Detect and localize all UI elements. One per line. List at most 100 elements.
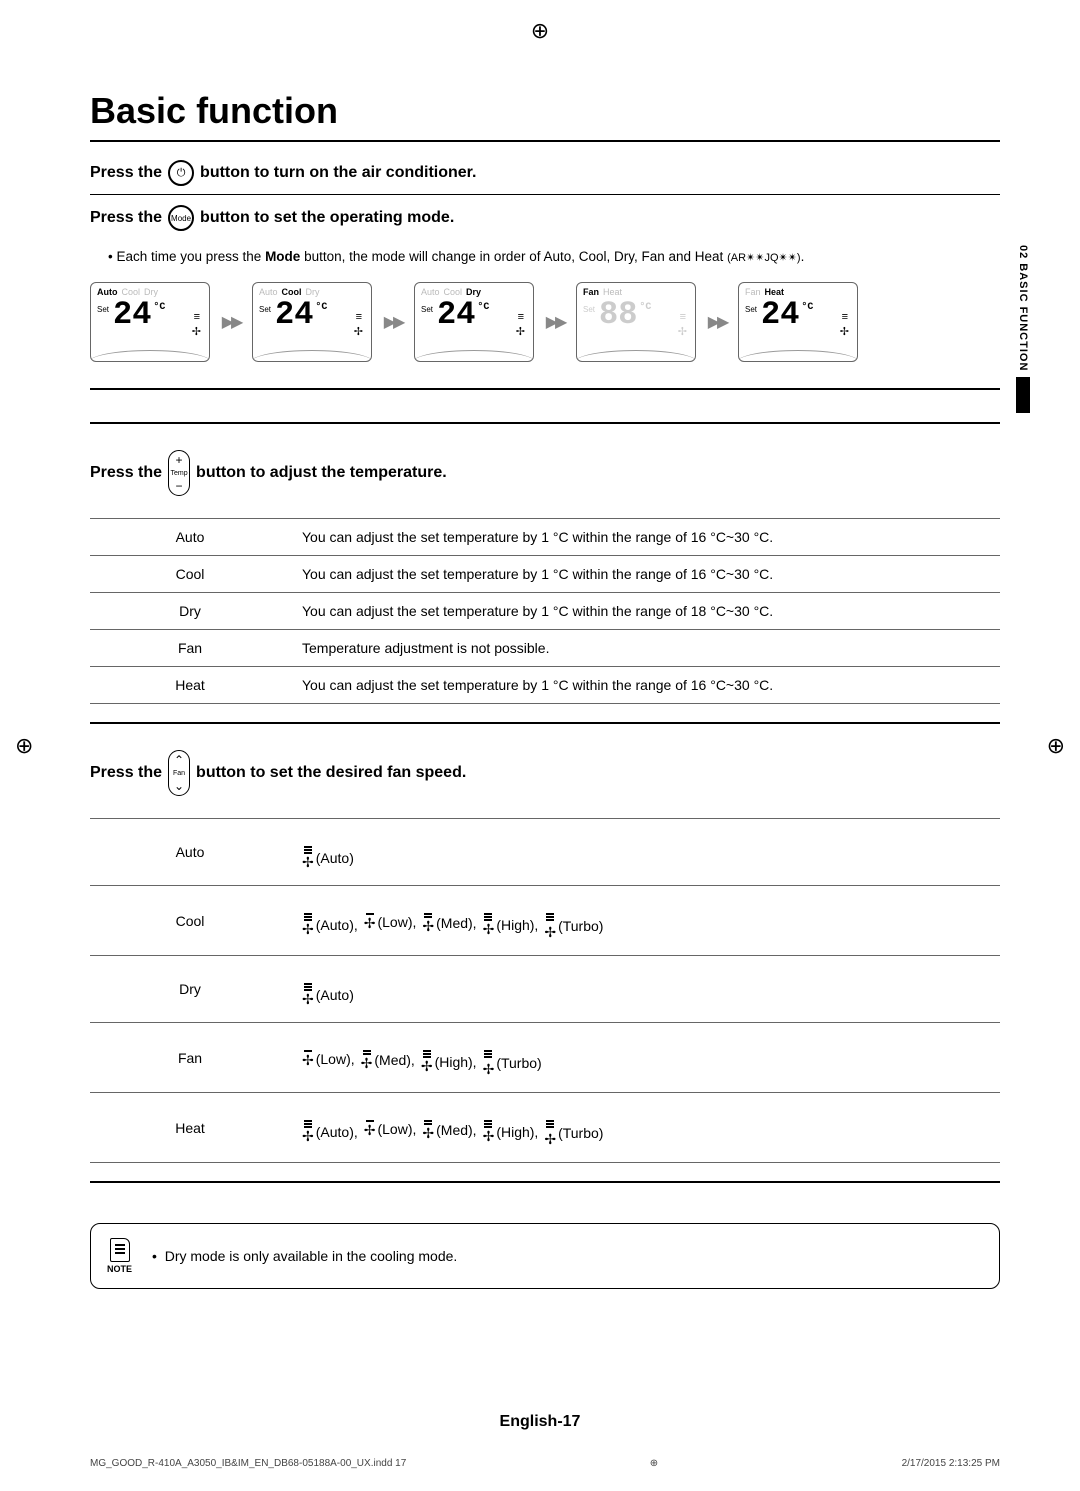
desc-cell: You can adjust the set temperature by 1 … bbox=[290, 593, 1000, 630]
arrow-next-icon: ▶▶ bbox=[542, 312, 568, 332]
mode-screen: FanHeatSet88°C≡✢ bbox=[576, 282, 696, 362]
desc-cell: You can adjust the set temperature by 1 … bbox=[290, 519, 1000, 556]
mode-screens-row: AutoCoolDrySet24°C≡✢ ▶▶ AutoCoolDrySet24°C… bbox=[90, 278, 1000, 390]
fan-speed-item: ✢ (High), bbox=[421, 1050, 477, 1073]
crop-mark-right: ⊕ bbox=[1047, 733, 1065, 759]
fan-speed-item: ✢ (Auto), bbox=[302, 1120, 358, 1143]
mode-cell: Heat bbox=[90, 667, 290, 704]
mode-screen: AutoCoolDrySet24°C≡✢ bbox=[414, 282, 534, 362]
temp-pre: Press the bbox=[90, 464, 162, 482]
mode-bullet-model: (AR✴✴JQ✴✴) bbox=[727, 252, 801, 264]
temp-post: button to adjust the temperature. bbox=[196, 464, 447, 482]
power-pre: Press the bbox=[90, 164, 162, 182]
set-label: Set bbox=[97, 305, 109, 314]
mode-cell: Fan bbox=[90, 630, 290, 667]
fan-speed-label: (Auto) bbox=[316, 987, 354, 1003]
fan-speed-icon: ✢ bbox=[302, 1120, 314, 1143]
mode-cell: Auto bbox=[90, 819, 290, 886]
arrow-next-icon: ▶▶ bbox=[380, 312, 406, 332]
print-metadata: MG_GOOD_R-410A_A3050_IB&IM_EN_DB68-05188… bbox=[90, 1458, 1000, 1469]
minus-icon: − bbox=[176, 480, 183, 492]
note-text-content: Dry mode is only available in the coolin… bbox=[165, 1248, 458, 1264]
print-file: MG_GOOD_R-410A_A3050_IB&IM_EN_DB68-05188… bbox=[90, 1458, 406, 1469]
note-text: • Dry mode is only available in the cool… bbox=[152, 1248, 457, 1264]
fan-speed-label: (High), bbox=[496, 917, 538, 933]
set-label: Set bbox=[745, 305, 757, 314]
fan-indicator-icon: ≡✢ bbox=[354, 311, 363, 338]
fan-speed-icon: ✢ bbox=[422, 1120, 434, 1140]
power-post: button to turn on the air conditioner. bbox=[200, 164, 476, 182]
fan-speed-item: ✢ (Auto) bbox=[302, 846, 354, 869]
set-label: Set bbox=[259, 305, 271, 314]
side-tab-marker bbox=[1016, 377, 1030, 413]
power-instruction: Press the ⏻ button to turn on the air co… bbox=[90, 150, 1000, 195]
table-row: Cool✢ (Auto),✢ (Low),✢ (Med),✢ (High),✢ … bbox=[90, 886, 1000, 956]
mode-bullet-bold: Mode bbox=[265, 249, 300, 264]
mode-cell: Auto bbox=[90, 519, 290, 556]
temp-button-icon: + Temp − bbox=[168, 450, 190, 496]
crop-mark-top: ⊕ bbox=[531, 18, 549, 44]
mode-screen: FanHeatSet24°C≡✢ bbox=[738, 282, 858, 362]
side-tab-label: 02 BASIC FUNCTION bbox=[1017, 245, 1029, 371]
fan-speed-label: (Med), bbox=[436, 1122, 476, 1138]
fan-indicator-icon: ≡✢ bbox=[678, 311, 687, 338]
fan-speed-label: (Turbo) bbox=[496, 1055, 541, 1071]
desc-cell: Temperature adjustment is not possible. bbox=[290, 630, 1000, 667]
note-icon: NOTE bbox=[107, 1238, 132, 1274]
fan-speed-label: (Med), bbox=[436, 915, 476, 931]
mode-bullet-post: button, the mode will change in order of… bbox=[300, 249, 727, 264]
fan-speed-item: ✢ (Turbo) bbox=[483, 1050, 542, 1076]
mode-post: button to set the operating mode. bbox=[200, 209, 454, 227]
fan-speed-label: (Low), bbox=[377, 1121, 416, 1137]
fan-speed-label: (Low), bbox=[377, 914, 416, 930]
table-row: CoolYou can adjust the set temperature b… bbox=[90, 556, 1000, 593]
fan-speed-label: (Med), bbox=[374, 1052, 414, 1068]
fan-speed-item: ✢ (Med), bbox=[361, 1050, 415, 1070]
mode-label: Fan bbox=[745, 287, 761, 297]
fan-speed-item: ✢ (Med), bbox=[422, 913, 476, 933]
fan-speed-item: ✢ (Auto), bbox=[302, 913, 358, 936]
temp-display: 24°C bbox=[421, 299, 527, 331]
fan-speed-label: (Auto) bbox=[316, 850, 354, 866]
table-row: Dry✢ (Auto) bbox=[90, 956, 1000, 1023]
table-row: DryYou can adjust the set temperature by… bbox=[90, 593, 1000, 630]
table-row: AutoYou can adjust the set temperature b… bbox=[90, 519, 1000, 556]
fan-speed-icon: ✢ bbox=[302, 983, 314, 1006]
fan-post: button to set the desired fan speed. bbox=[196, 764, 466, 782]
table-row: HeatYou can adjust the set temperature b… bbox=[90, 667, 1000, 704]
temp-instruction: Press the + Temp − button to adjust the … bbox=[90, 424, 1000, 504]
fan-speeds-cell: ✢ (Auto) bbox=[290, 819, 1000, 886]
table-row: Fan ✢ (Low), ✢ (Med), ✢ (High), ✢ (Turbo) bbox=[90, 1023, 1000, 1093]
fan-speeds-cell: ✢ (Auto) bbox=[290, 956, 1000, 1023]
temp-display: 88°C bbox=[583, 299, 689, 331]
fan-speed-label: (Turbo) bbox=[558, 918, 603, 934]
crop-mark-left: ⊕ bbox=[15, 733, 33, 759]
arrow-next-icon: ▶▶ bbox=[704, 312, 730, 332]
fan-speed-label: (Low), bbox=[316, 1051, 355, 1067]
temp-display: 24°C bbox=[259, 299, 365, 331]
fan-speeds-cell: ✢ (Auto),✢ (Low),✢ (Med),✢ (High),✢ (Tur… bbox=[290, 1093, 1000, 1163]
desc-cell: You can adjust the set temperature by 1 … bbox=[290, 556, 1000, 593]
note-box: NOTE • Dry mode is only available in the… bbox=[90, 1223, 1000, 1289]
fan-indicator-icon: ≡✢ bbox=[516, 311, 525, 338]
fan-speed-label: (High), bbox=[496, 1124, 538, 1140]
fan-speed-icon: ✢ bbox=[483, 1050, 495, 1076]
temperature-table: AutoYou can adjust the set temperature b… bbox=[90, 518, 1000, 704]
fan-speed-item: ✢ (Turbo) bbox=[544, 913, 603, 939]
table-row: Heat✢ (Auto),✢ (Low),✢ (Med),✢ (High),✢ … bbox=[90, 1093, 1000, 1163]
plus-icon: + bbox=[176, 454, 183, 466]
desc-cell: You can adjust the set temperature by 1 … bbox=[290, 667, 1000, 704]
mode-screen: AutoCoolDrySet24°C≡✢ bbox=[252, 282, 372, 362]
chevron-up-icon: ⌃ bbox=[174, 754, 184, 766]
fan-speed-icon: ✢ bbox=[302, 913, 314, 936]
side-tab: 02 BASIC FUNCTION bbox=[1016, 245, 1030, 413]
fan-speed-table: Auto✢ (Auto)Cool✢ (Auto),✢ (Low),✢ (Med)… bbox=[90, 818, 1000, 1163]
temp-label: Temp bbox=[170, 470, 187, 477]
fan-speed-icon: ✢ bbox=[422, 913, 434, 933]
set-label: Set bbox=[583, 305, 595, 314]
mode-instruction: Press the Mode button to set the operati… bbox=[90, 195, 1000, 239]
print-crop-mark: ⊕ bbox=[650, 1458, 658, 1469]
mode-cell: Fan bbox=[90, 1023, 290, 1093]
fan-speed-item: ✢ (Low), bbox=[364, 1120, 417, 1137]
fan-speed-item: ✢ (High), bbox=[483, 1120, 539, 1143]
